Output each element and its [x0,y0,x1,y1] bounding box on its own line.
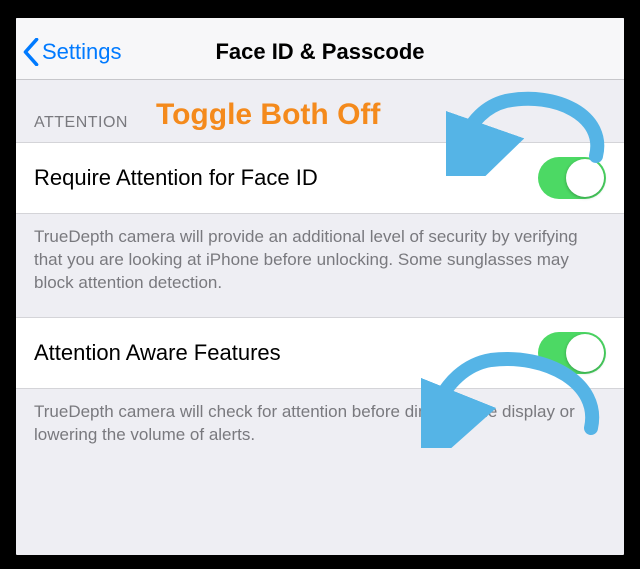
toggle-knob [566,159,604,197]
frame: Settings Face ID & Passcode ATTENTION To… [0,0,640,569]
chevron-left-icon [22,38,40,66]
row-require-attention-footer: TrueDepth camera will provide an additio… [16,214,624,317]
section-header: ATTENTION Toggle Both Off [16,80,624,142]
row-require-attention[interactable]: Require Attention for Face ID [16,142,624,214]
toggle-require-attention[interactable] [538,157,606,199]
back-label: Settings [42,39,122,65]
screen: Settings Face ID & Passcode ATTENTION To… [16,18,624,555]
section-header-label: ATTENTION [34,114,128,131]
toggle-attention-aware[interactable] [538,332,606,374]
row-attention-aware[interactable]: Attention Aware Features [16,317,624,389]
row-attention-aware-label: Attention Aware Features [34,340,281,366]
toggle-knob [566,334,604,372]
back-button[interactable]: Settings [16,38,122,66]
nav-bar: Settings Face ID & Passcode [16,24,624,80]
row-require-attention-label: Require Attention for Face ID [34,165,318,191]
row-attention-aware-footer: TrueDepth camera will check for attentio… [16,389,624,469]
annotation-text: Toggle Both Off [156,98,380,132]
